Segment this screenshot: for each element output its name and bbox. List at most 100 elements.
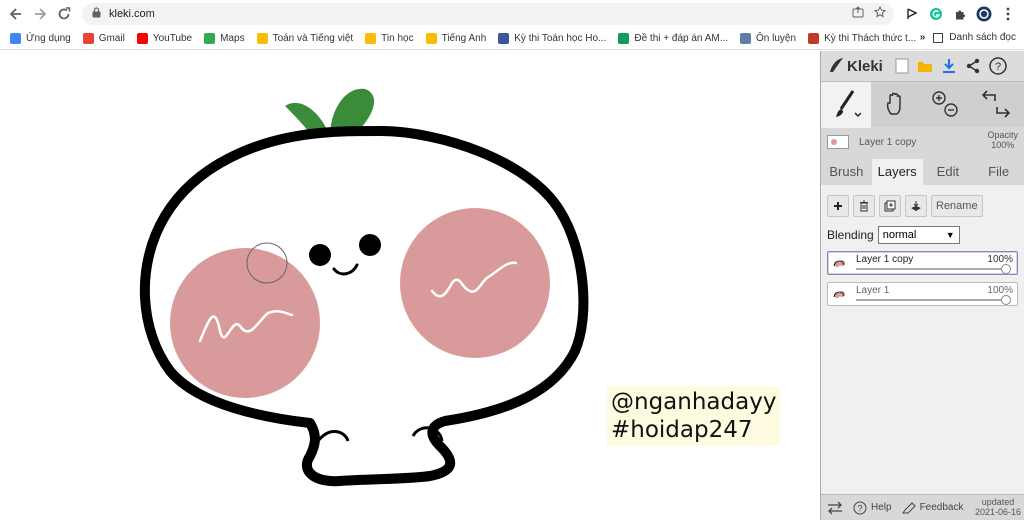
watermark-line1: @nganhadayy — [611, 389, 777, 415]
undo-redo-tool[interactable] — [971, 82, 1021, 128]
bookmark-item[interactable]: Tiếng Anh — [425, 33, 486, 44]
lock-icon — [92, 7, 101, 21]
tab-edit[interactable]: Edit — [923, 159, 974, 185]
watermark-text: @nganhadayy #hoidap247 — [607, 386, 781, 446]
add-layer-button[interactable] — [827, 195, 849, 217]
layer-row-layer-1[interactable]: Layer 1 100% — [827, 282, 1018, 306]
svg-text:?: ? — [995, 61, 1001, 73]
browser-menu-icon[interactable] — [998, 4, 1018, 24]
bookmark-label: Tin học — [381, 33, 414, 44]
help-button[interactable]: ? Help — [853, 501, 892, 515]
bookmark-item[interactable]: Kỳ thi Toán học Ho... — [498, 33, 606, 44]
blending-select[interactable]: normal ▼ — [877, 226, 960, 244]
download-icon[interactable] — [941, 58, 957, 77]
new-file-icon[interactable] — [895, 58, 909, 77]
bookmark-label: Gmail — [98, 33, 125, 44]
browser-toolbar: kleki.com — [0, 0, 1024, 28]
extensions-puzzle-icon[interactable] — [950, 4, 970, 24]
updated-date: 2021-06-16 — [974, 507, 1021, 517]
bookmark-favicon-icon — [808, 33, 820, 44]
reload-icon[interactable] — [52, 2, 76, 26]
chevron-down-icon: ▼ — [945, 230, 955, 240]
plus-icon — [834, 202, 842, 210]
brush-tool[interactable] — [821, 82, 871, 128]
layer-name: Layer 1 copy — [856, 254, 914, 265]
trash-icon — [860, 200, 868, 212]
merge-layer-button[interactable] — [905, 195, 927, 217]
bookmark-favicon-icon — [204, 33, 216, 44]
layer-opacity-slider[interactable] — [856, 268, 1007, 270]
help-circle-icon[interactable]: ? — [989, 57, 1007, 78]
star-icon[interactable] — [873, 5, 887, 21]
reading-list-button[interactable]: Danh sách đọc — [933, 32, 1016, 43]
help-icon: ? — [853, 501, 867, 514]
more-bookmarks-icon[interactable]: » — [920, 32, 926, 43]
swap-arrows-icon — [828, 501, 842, 514]
tab-brush[interactable]: Brush — [821, 159, 872, 185]
swap-side-button[interactable] — [827, 501, 843, 515]
bookmark-favicon-icon — [365, 33, 377, 44]
bookmark-item[interactable]: Toán và Tiếng việt — [256, 33, 353, 44]
zoom-tool[interactable] — [921, 82, 971, 128]
reading-list-icon — [933, 32, 944, 43]
bookmark-item[interactable]: YouTube — [136, 33, 192, 44]
back-icon[interactable] — [4, 2, 28, 26]
drawing-canvas[interactable]: @nganhadayy #hoidap247 — [0, 51, 820, 520]
bookmarks-bar: Ứng dụng Gmail YouTube Maps Toán và Tiếng vi… — [0, 28, 1024, 50]
layers-tab-content: Rename Blending normal ▼ Layer 1 copy 10… — [821, 185, 1024, 518]
layer-opacity-slider[interactable] — [856, 299, 1007, 301]
watermark-line2: #hoidap247 — [611, 417, 753, 443]
forward-icon[interactable] — [28, 2, 52, 26]
bookmark-favicon-icon — [136, 33, 148, 44]
merge-down-icon — [911, 201, 921, 211]
bookmark-item[interactable]: Ôn luyện — [740, 33, 796, 44]
rename-layer-button[interactable]: Rename — [931, 195, 983, 217]
tool-row — [821, 81, 1024, 128]
bookmark-favicon-icon — [425, 33, 437, 44]
slider-knob[interactable] — [1001, 264, 1011, 274]
bookmark-favicon-icon — [498, 33, 510, 44]
address-bar[interactable]: kleki.com — [82, 3, 894, 25]
bookmarks-right: » Danh sách đọc — [920, 32, 1016, 43]
layer-row-layer-1-copy[interactable]: Layer 1 copy 100% — [827, 251, 1018, 275]
bookmark-favicon-icon — [618, 33, 630, 44]
bookmark-item[interactable]: Kỳ thi Thách thức t... — [808, 33, 916, 44]
bookmark-item[interactable]: Đề thi + đáp án AM... — [618, 33, 728, 44]
hand-tool[interactable] — [871, 82, 921, 128]
opacity-value: 100% — [991, 140, 1015, 150]
profile-avatar-icon[interactable] — [974, 4, 994, 24]
open-folder-icon[interactable] — [917, 59, 933, 76]
bookmark-item[interactable]: Tin học — [365, 33, 414, 44]
feedback-label: Feedback — [919, 502, 964, 513]
extension-grammar-icon[interactable] — [926, 4, 946, 24]
tab-layers[interactable]: Layers — [871, 159, 923, 185]
bookmark-favicon-icon — [256, 33, 268, 44]
opacity-readout: Opacity 100% — [987, 130, 1018, 150]
extension-flag-icon[interactable] — [902, 4, 922, 24]
zoom-in-out-icon — [929, 89, 963, 122]
bookmark-item[interactable]: Gmail — [82, 33, 125, 44]
panel-bottom-bar: ? Help Feedback updated 2021-06-16 — [821, 494, 1024, 520]
apps-grid-icon — [10, 33, 21, 44]
bookmark-item[interactable]: Ứng dụng — [10, 33, 71, 44]
layer-buttons: Rename — [827, 195, 1018, 217]
bookmark-label: Kỳ thi Thách thức t... — [824, 33, 917, 44]
bookmark-item[interactable]: Maps — [204, 33, 245, 44]
feedback-button[interactable]: Feedback — [901, 501, 964, 514]
delete-layer-button[interactable] — [853, 195, 875, 217]
slider-knob[interactable] — [1001, 295, 1011, 305]
svg-text:?: ? — [857, 503, 862, 513]
tab-file[interactable]: File — [973, 159, 1024, 185]
layer-name: Layer 1 — [856, 285, 890, 296]
duplicate-layer-button[interactable] — [879, 195, 901, 217]
current-layer-info: Layer 1 copy Opacity 100% — [821, 127, 1024, 157]
share-icon[interactable] — [852, 6, 864, 21]
bookmark-label: Maps — [220, 33, 245, 44]
blending-label: Blending — [827, 228, 874, 242]
layer-thumbnail — [832, 257, 846, 269]
hand-icon — [885, 92, 907, 119]
current-layer-thumbnail — [827, 135, 849, 149]
share-panel-icon[interactable] — [965, 58, 981, 77]
updated-info: updated 2021-06-16 — [975, 497, 1021, 517]
app-logo: Kleki — [847, 57, 883, 75]
